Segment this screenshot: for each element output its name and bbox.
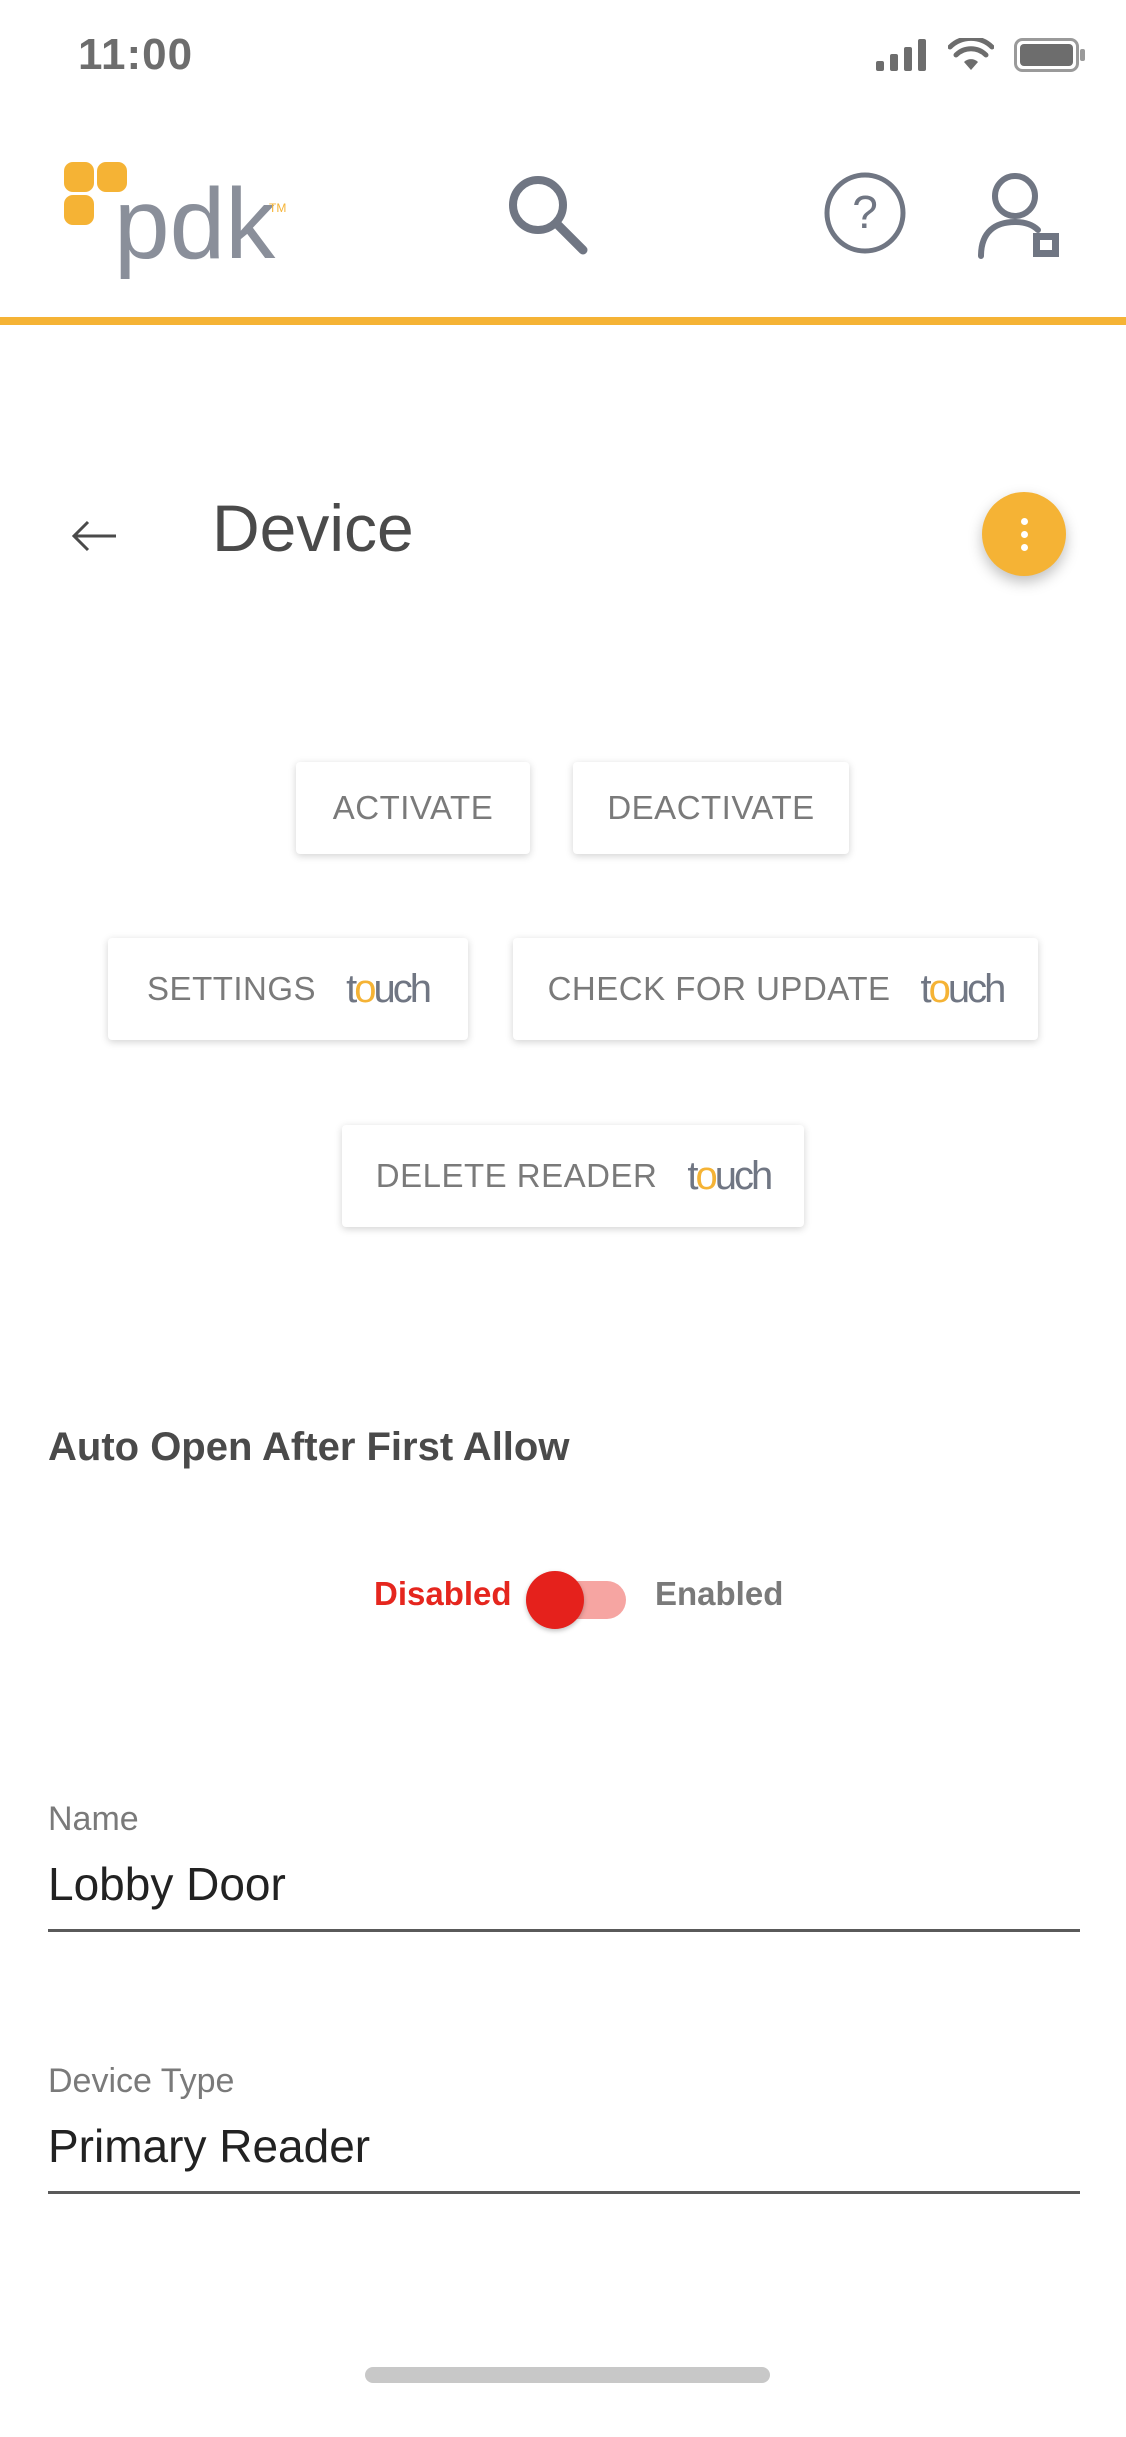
auto-open-label: Auto Open After First Allow bbox=[48, 1425, 570, 1469]
activate-button[interactable]: ACTIVATE bbox=[296, 762, 530, 854]
device-type-field: Device Type bbox=[48, 2062, 1080, 2194]
status-bar: 11:00 bbox=[0, 0, 1126, 120]
delete-reader-label: DELETE READER bbox=[375, 1157, 658, 1194]
status-time: 11:00 bbox=[78, 30, 194, 79]
device-type-input[interactable] bbox=[48, 2119, 1080, 2191]
check-for-update-button[interactable]: CHECK FOR UPDATE touch bbox=[513, 938, 1038, 1040]
auto-open-toggle-row: Disabled Enabled bbox=[0, 1565, 1126, 1635]
deactivate-button[interactable]: DEACTIVATE bbox=[573, 762, 849, 854]
name-field-label: Name bbox=[48, 1800, 139, 1838]
toggle-disabled-label: Disabled bbox=[374, 1575, 512, 1612]
touch-badge-icon: touch bbox=[920, 966, 1007, 1011]
settings-button[interactable]: SETTINGS touch bbox=[108, 938, 468, 1040]
logo-text: pdk bbox=[114, 168, 276, 280]
svg-text:TM: TM bbox=[269, 201, 286, 215]
name-field: Name bbox=[48, 1800, 1080, 1932]
toggle-enabled-label: Enabled bbox=[655, 1575, 784, 1612]
help-icon[interactable]: ? bbox=[822, 170, 908, 256]
back-arrow-icon[interactable] bbox=[70, 510, 120, 562]
svg-text:?: ? bbox=[852, 186, 878, 238]
touch-badge-icon: touch bbox=[687, 1153, 773, 1198]
touch-badge-icon: touch bbox=[346, 966, 432, 1011]
wifi-icon bbox=[948, 38, 994, 70]
page-title: Device bbox=[212, 491, 414, 565]
search-icon[interactable] bbox=[503, 170, 593, 260]
deactivate-label: DEACTIVATE bbox=[607, 789, 815, 826]
toggle-knob[interactable] bbox=[526, 1571, 584, 1629]
name-input[interactable] bbox=[48, 1857, 1080, 1929]
device-type-field-label: Device Type bbox=[48, 2062, 235, 2100]
more-menu-button[interactable] bbox=[982, 492, 1066, 576]
check-update-label: CHECK FOR UPDATE bbox=[547, 970, 891, 1007]
status-icons bbox=[876, 38, 1086, 72]
more-vertical-icon bbox=[1020, 517, 1028, 525]
activate-label: ACTIVATE bbox=[332, 789, 494, 826]
battery-icon bbox=[1014, 38, 1085, 72]
app-header: pdk TM ? bbox=[0, 120, 1126, 325]
home-indicator[interactable] bbox=[365, 2367, 770, 2383]
account-lock-icon[interactable] bbox=[975, 170, 1065, 260]
pdk-logo[interactable]: pdk TM bbox=[64, 140, 294, 290]
delete-reader-button[interactable]: DELETE READER touch bbox=[342, 1125, 804, 1227]
signal-icon bbox=[876, 39, 926, 71]
settings-label: SETTINGS bbox=[147, 970, 317, 1007]
